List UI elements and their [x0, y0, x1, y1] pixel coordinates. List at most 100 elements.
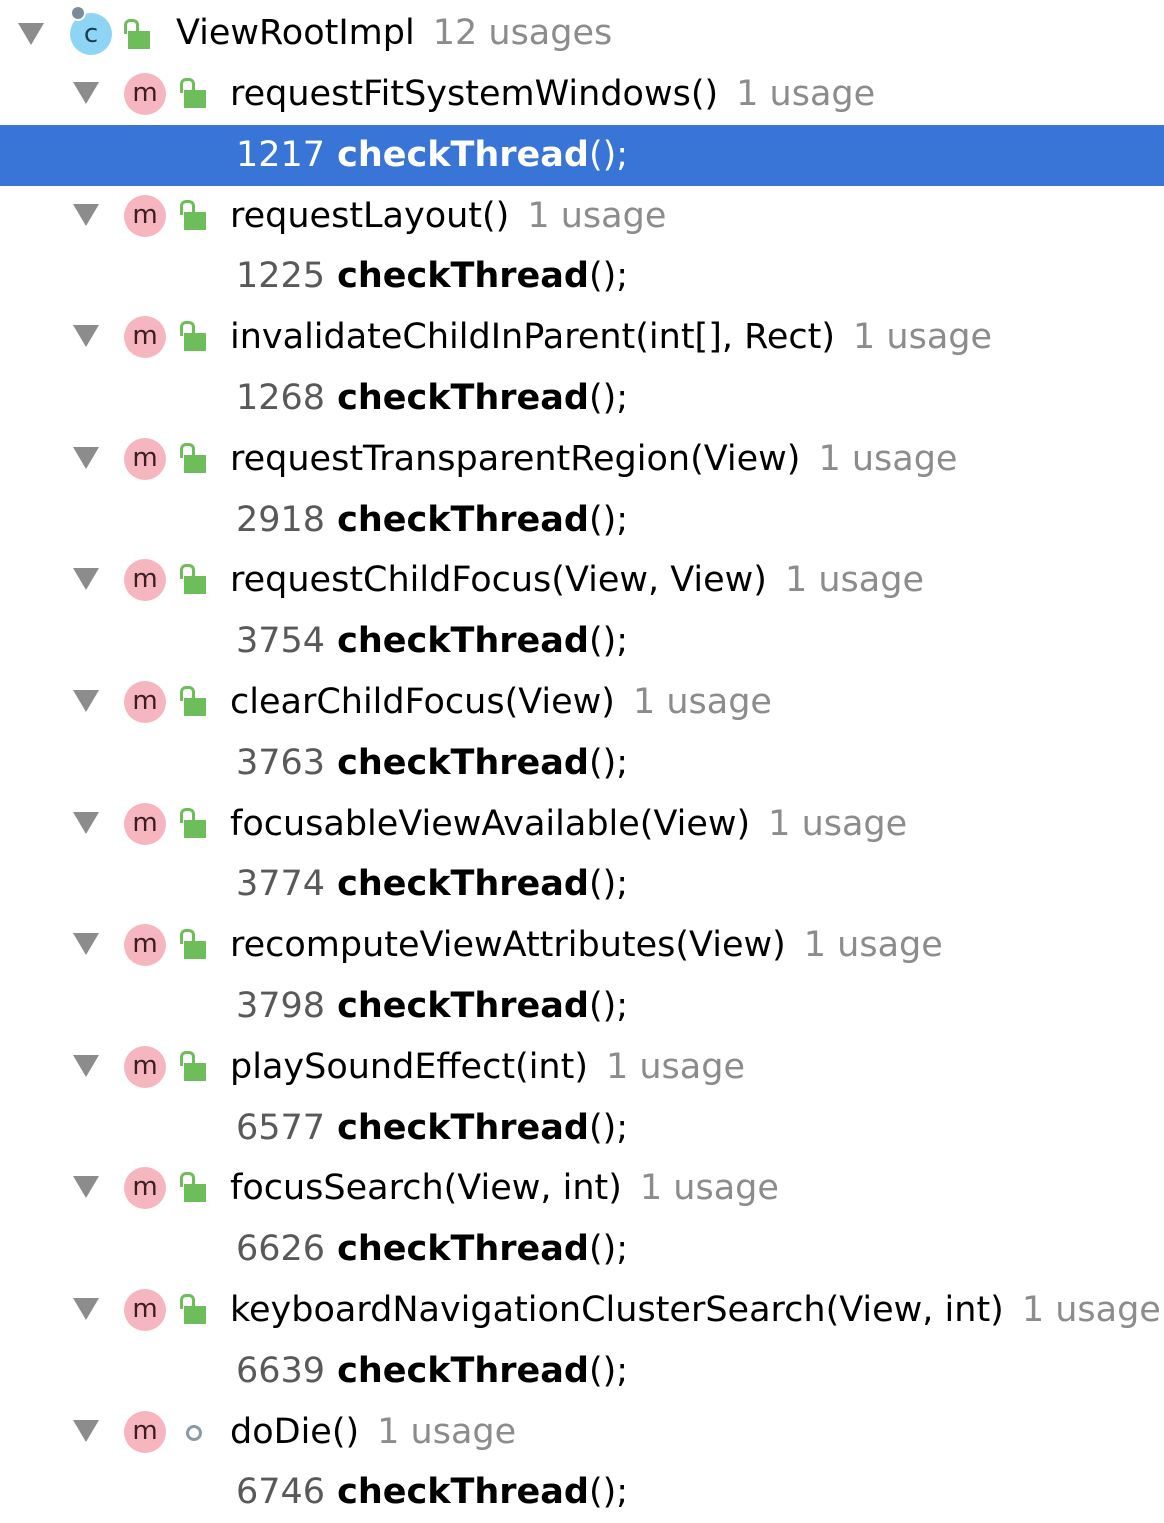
expand-arrow-icon[interactable] [18, 23, 44, 45]
line-number: 3774 [236, 864, 326, 905]
usage-line-label: 3754 checkThread(); [236, 611, 628, 672]
method-icon-letter: m [132, 1415, 158, 1446]
public-lock-icon [180, 1172, 210, 1204]
usage-line-label: 1217 checkThread(); [236, 125, 628, 186]
expand-arrow-icon[interactable] [73, 811, 99, 834]
call-name: checkThread [337, 134, 589, 175]
method-label: requestFitSystemWindows() 1 usage [230, 64, 875, 125]
method-name: invalidateChildInParent(int[], Rect) [230, 317, 836, 358]
method-row[interactable]: m requestTransparentRegion(View) 1 usage [0, 429, 1164, 490]
method-icon: m [124, 1167, 166, 1210]
expand-arrow-icon[interactable] [73, 1298, 99, 1320]
call-name: checkThread [337, 1350, 589, 1391]
method-icon-letter: m [132, 807, 158, 838]
method-row[interactable]: m requestLayout() 1 usage [0, 186, 1164, 247]
line-number: 6746 [236, 1472, 326, 1513]
expand-arrow-icon[interactable] [73, 690, 99, 712]
method-row[interactable]: m invalidateChildInParent(int[], Rect) 1 u… [0, 307, 1164, 368]
usage-line-row[interactable]: 6639 checkThread(); [0, 1341, 1164, 1402]
method-name: clearChildFocus(View) [230, 682, 615, 722]
usage-line-row[interactable]: 1217 checkThread(); [0, 124, 1164, 186]
expand-arrow-icon[interactable] [73, 1054, 99, 1077]
public-lock-icon [180, 686, 210, 718]
expand-arrow-icon[interactable] [73, 203, 99, 226]
expand-arrow-icon[interactable] [73, 1419, 99, 1442]
method-icon: m [124, 1289, 166, 1331]
call-name: checkThread [337, 378, 589, 418]
find-usages-tree: c ViewRootImpl 12 usages m requestFitSyste… [0, 0, 1164, 1516]
method-icon: m [124, 924, 166, 967]
usage-line-row[interactable]: 3774 checkThread(); [0, 854, 1164, 915]
usage-line-row[interactable]: 3763 checkThread(); [0, 733, 1164, 794]
usage-line-label: 3774 checkThread(); [236, 854, 628, 915]
public-lock-icon [180, 199, 210, 232]
method-row[interactable]: m requestFitSystemWindows() 1 usage [0, 64, 1164, 125]
usage-count: 1 usage [784, 560, 924, 601]
call-suffix: (); [588, 1107, 629, 1148]
method-row[interactable]: m focusableViewAvailable(View) 1 usage [0, 794, 1164, 855]
method-icon-letter: m [132, 929, 158, 960]
usage-line-row[interactable]: 1268 checkThread(); [0, 368, 1164, 429]
call-name: checkThread [337, 864, 589, 905]
usage-line-row[interactable]: 3754 checkThread(); [0, 611, 1164, 672]
expand-arrow-icon[interactable] [73, 82, 99, 104]
expand-arrow-icon[interactable] [73, 1176, 99, 1199]
method-icon-letter: m [132, 1172, 158, 1203]
tree-root-row[interactable]: c ViewRootImpl 12 usages [0, 3, 1164, 64]
usage-line-row[interactable]: 6626 checkThread(); [0, 1219, 1164, 1280]
expand-arrow-icon[interactable] [73, 325, 99, 348]
usage-line-label: 1268 checkThread(); [236, 368, 628, 429]
method-label: focusSearch(View, int) 1 usage [230, 1158, 779, 1219]
call-suffix: (); [588, 256, 629, 297]
method-label: invalidateChildInParent(int[], Rect) 1 us… [230, 307, 992, 368]
method-label: focusableViewAvailable(View) 1 usage [230, 794, 907, 855]
line-number: 2918 [236, 499, 326, 540]
usage-count: 1 usage [639, 1168, 779, 1209]
method-name: playSoundEffect(int) [230, 1046, 588, 1087]
method-name: doDie() [230, 1411, 360, 1452]
method-label: requestChildFocus(View, View) 1 usage [230, 550, 924, 611]
usage-line-row[interactable]: 1225 checkThread(); [0, 246, 1164, 307]
method-icon-letter: m [132, 686, 158, 716]
method-row[interactable]: m requestChildFocus(View, View) 1 usage [0, 550, 1164, 611]
usage-line-label: 3763 checkThread(); [236, 733, 628, 794]
method-row[interactable]: m clearChildFocus(View) 1 usage [0, 672, 1164, 733]
method-icon: m [124, 194, 166, 237]
expand-arrow-icon[interactable] [73, 933, 99, 956]
call-name: checkThread [337, 986, 589, 1026]
method-name: focusSearch(View, int) [230, 1168, 622, 1209]
usage-count: 1 usage [768, 803, 908, 844]
method-icon-letter: m [132, 321, 158, 352]
call-suffix: (); [588, 864, 629, 905]
class-pin-icon [70, 5, 86, 21]
usage-count: 1 usage [803, 925, 943, 966]
usage-count: 1 usage [605, 1046, 745, 1087]
method-label: recomputeViewAttributes(View) 1 usage [230, 915, 943, 976]
method-label: requestTransparentRegion(View) 1 usage [230, 429, 957, 490]
method-name: requestLayout() [230, 195, 510, 236]
method-row[interactable]: m focusSearch(View, int) 1 usage [0, 1158, 1164, 1219]
method-row[interactable]: m doDie() 1 usage [0, 1402, 1164, 1463]
class-icon-letter: c [83, 19, 99, 49]
method-row[interactable]: m keyboardNavigationClusterSearch(View, i… [0, 1280, 1164, 1341]
expand-arrow-icon[interactable] [73, 446, 99, 469]
usage-line-row[interactable]: 2918 checkThread(); [0, 490, 1164, 551]
usage-line-row[interactable]: 6577 checkThread(); [0, 1098, 1164, 1159]
call-name: checkThread [337, 256, 589, 297]
method-row[interactable]: m playSoundEffect(int) 1 usage [0, 1037, 1164, 1098]
usage-count: 1 usage [818, 438, 958, 479]
public-lock-icon [180, 78, 210, 110]
usage-count: 1 usage [1021, 1290, 1161, 1330]
method-icon: m [124, 316, 166, 359]
method-icon: m [124, 1410, 166, 1453]
method-label: playSoundEffect(int) 1 usage [230, 1037, 745, 1098]
expand-arrow-icon[interactable] [73, 568, 99, 591]
usage-line-row[interactable]: 3798 checkThread(); [0, 976, 1164, 1037]
usage-line-row[interactable]: 6746 checkThread(); [0, 1462, 1164, 1523]
method-name: requestChildFocus(View, View) [230, 560, 767, 601]
method-label: keyboardNavigationClusterSearch(View, in… [230, 1280, 1161, 1341]
method-row[interactable]: m recomputeViewAttributes(View) 1 usage [0, 915, 1164, 976]
usage-line-label: 6577 checkThread(); [236, 1098, 628, 1159]
usage-line-label: 2918 checkThread(); [236, 490, 628, 551]
public-lock-icon [180, 564, 210, 596]
